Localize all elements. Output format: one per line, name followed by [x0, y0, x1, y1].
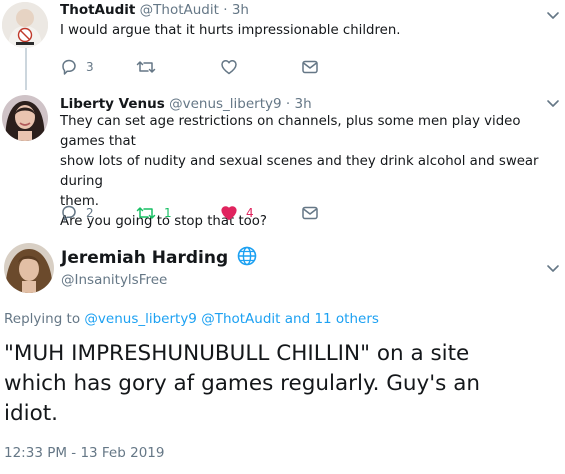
chevron-down-icon[interactable] — [546, 99, 560, 109]
reply-icon — [62, 59, 76, 75]
separator-dot: · — [223, 2, 228, 18]
like-icon — [221, 60, 237, 75]
like-icon — [221, 206, 237, 221]
replying-prefix: Replying to — [4, 311, 81, 327]
main-tweet: Jeremiah Harding @InsanitylsFree Replyin… — [0, 229, 565, 474]
retweet-count: 1 — [164, 206, 172, 220]
tweet-time[interactable]: 3h — [294, 96, 311, 112]
tweet-header: ThotAudit @ThotAudit · 3h — [60, 2, 249, 18]
tweet-thotaudit[interactable]: ThotAudit @ThotAudit · 3h I would argue … — [0, 0, 565, 92]
replying-to: Replying to @venus_liberty9 @ThotAudit a… — [4, 311, 379, 327]
retweet-button[interactable] — [136, 57, 164, 77]
author-name[interactable]: Liberty Venus — [60, 96, 165, 112]
replying-others-link[interactable]: and 11 others — [285, 311, 379, 327]
author-name[interactable]: ThotAudit — [60, 2, 135, 18]
tweet-text-line: which has gory af games regularly. Guy's… — [4, 371, 481, 396]
reply-button[interactable]: 3 — [60, 57, 94, 77]
author-handle[interactable]: @InsanitylsFree — [61, 272, 167, 288]
author-handle[interactable]: @venus_liberty9 — [169, 96, 282, 112]
avatar[interactable] — [2, 2, 48, 48]
avatar-image — [4, 243, 54, 293]
replying-user-link[interactable]: @ThotAudit — [201, 311, 280, 327]
tweet-text-line: idiot. — [4, 401, 59, 426]
retweet-icon — [136, 207, 156, 219]
reply-count: 2 — [86, 206, 94, 220]
avatar-image — [2, 2, 48, 48]
chevron-down-icon[interactable] — [546, 11, 560, 21]
separator-dot: · — [285, 96, 291, 112]
avatar-image — [2, 95, 48, 141]
author-name-text: Jeremiah Harding — [61, 248, 229, 268]
author-name[interactable]: Jeremiah Harding — [61, 246, 257, 268]
like-button[interactable] — [220, 57, 246, 77]
dm-icon — [302, 60, 318, 74]
avatar[interactable] — [2, 95, 48, 141]
retweet-icon — [136, 61, 156, 73]
tweet-actions: 2 1 4 — [60, 203, 380, 223]
retweet-button[interactable]: 1 — [136, 203, 172, 223]
tweet-text-line: "MUH IMPRESHUNUBULL CHILLIN" on a site — [4, 341, 470, 366]
tweet-actions: 3 — [60, 57, 380, 77]
tweet-time[interactable]: 3h — [232, 2, 249, 18]
dm-button[interactable] — [301, 203, 319, 223]
tweet-text: I would argue that it hurts impressionab… — [60, 23, 401, 38]
reply-icon — [62, 205, 76, 221]
globe-icon — [237, 246, 257, 266]
chevron-down-icon[interactable] — [546, 264, 560, 274]
like-count: 4 — [246, 206, 254, 220]
like-button[interactable]: 4 — [220, 203, 254, 223]
tweet-timestamp[interactable]: 12:33 PM - 13 Feb 2019 — [4, 445, 164, 461]
replying-user-link[interactable]: @venus_liberty9 — [84, 311, 197, 327]
tweet-liberty-venus[interactable]: Liberty Venus @venus_liberty9 · 3h They … — [0, 92, 565, 229]
tweet-header: Liberty Venus @venus_liberty9 · 3h — [60, 96, 312, 112]
dm-icon — [302, 206, 318, 220]
tweet-text-line: show lots of nudity and sexual scenes an… — [60, 154, 539, 189]
reply-count: 3 — [86, 60, 94, 74]
tweet-text-line: They can set age restrictions on channel… — [60, 114, 521, 149]
tweet-text: "MUH IMPRESHUNUBULL CHILLIN" on a site w… — [4, 339, 549, 429]
dm-button[interactable] — [301, 57, 319, 77]
author-handle[interactable]: @ThotAudit — [140, 2, 219, 18]
avatar[interactable] — [4, 243, 54, 293]
reply-button[interactable]: 2 — [60, 203, 94, 223]
